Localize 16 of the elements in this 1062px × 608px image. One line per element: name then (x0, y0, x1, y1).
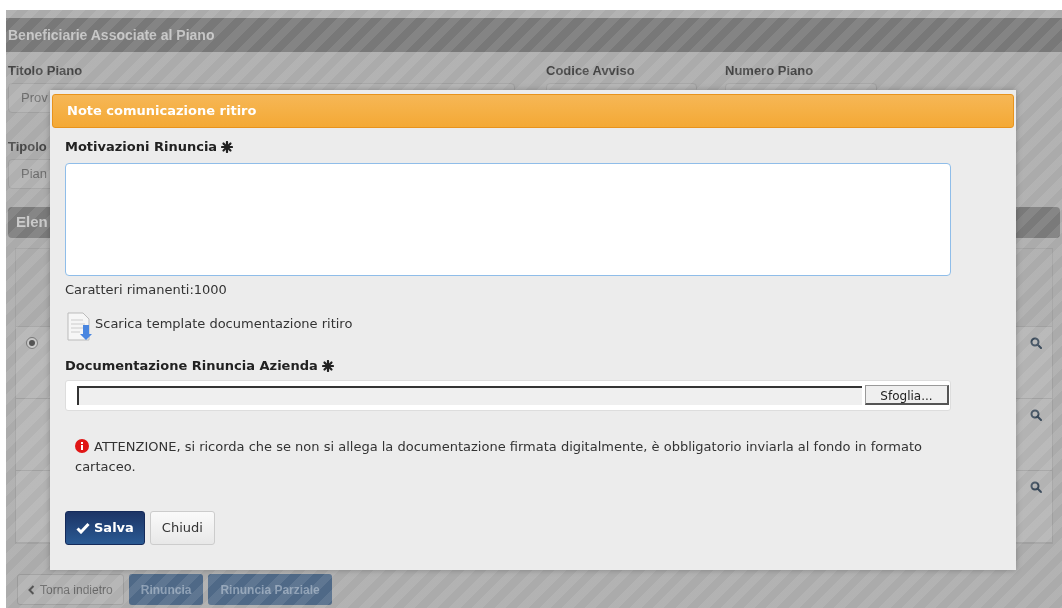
close-button[interactable]: Chiudi (149, 510, 215, 545)
section-title: Beneficiarie Associate al Piano (8, 25, 215, 45)
list-title: Elen (16, 212, 48, 233)
warning-message: ATTENZIONE, si ricorda che se non si allega la documentazione firmata digitalmente, è obbligatorio inviarla al fondo in formato cartaceo. (75, 437, 923, 476)
field-label: Numero Piano (725, 63, 814, 79)
save-button[interactable]: Salva (65, 510, 145, 545)
field-label: Codice Avviso (546, 63, 635, 79)
remaining-characters: Caratteri rimanenti:1000 (65, 281, 228, 299)
browse-button[interactable]: Sfoglia... (865, 385, 949, 405)
field-label: Tipolo (8, 139, 47, 155)
file-input[interactable]: Sfoglia... (65, 379, 951, 411)
field-label: Documentazione Rinuncia Azienda (65, 356, 318, 375)
dialog-title: Note comunicazione ritiro (67, 102, 257, 121)
field-label: Motivazioni Rinuncia (65, 138, 218, 157)
download-link[interactable]: Scarica template documentazione ritiro (65, 311, 353, 342)
field-label: Titolo Piano (8, 63, 83, 79)
